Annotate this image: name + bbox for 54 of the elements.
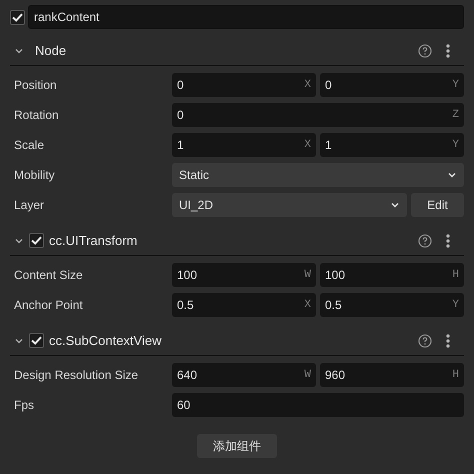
number-field[interactable]: 960 H [320,363,464,387]
number-field[interactable]: 60 [172,393,464,417]
axis-label: X [304,138,311,153]
check-icon [12,12,23,22]
axis-label: Z [452,108,459,123]
number-field[interactable]: 1 Y [320,133,464,157]
property-label: Rotation [14,107,60,124]
property-label: Position [14,77,58,94]
axis-label: Y [452,138,459,153]
caret-icon [390,200,400,210]
name-field[interactable]: rankContent [28,5,464,29]
check-icon [31,336,42,345]
number-field[interactable]: 0 Z [172,103,464,127]
number-field[interactable]: 1 X [172,133,316,157]
property-label: Anchor Point [14,297,84,314]
property-label: Fps [14,397,36,414]
property-label: Scale [14,137,46,154]
axis-label: X [304,298,311,313]
number-field[interactable]: 100 W [172,263,316,287]
number-field[interactable]: 0 Y [320,73,464,97]
section-title: cc.SubContextView [49,332,162,350]
property-label: Mobility [14,167,56,184]
check-icon [31,236,42,245]
axis-label: H [452,268,459,283]
axis-label: Y [452,78,459,93]
help-icon[interactable] [418,234,432,248]
edit-button[interactable]: Edit [411,193,464,217]
number-field[interactable]: 640 W [172,363,316,387]
property-label: Design Resolution Size [14,367,140,384]
axis-label: H [452,368,459,383]
help-icon[interactable] [418,44,432,58]
number-field[interactable]: 0.5 Y [320,293,464,317]
number-field[interactable]: 0.5 X [172,293,316,317]
add-component-button[interactable]: 添加组件 [197,434,277,458]
checkbox[interactable] [10,10,25,24]
axis-label: W [304,368,311,383]
axis-label: W [304,268,311,283]
more-icon[interactable] [446,234,450,248]
checkbox[interactable] [29,333,44,348]
checkbox[interactable] [29,233,44,248]
help-icon[interactable] [418,334,432,348]
dropdown[interactable]: UI_2D [172,193,407,217]
axis-label: Y [452,298,459,313]
dropdown[interactable]: Static [172,163,464,187]
number-field[interactable]: 0 X [172,73,316,97]
more-icon[interactable] [446,44,450,58]
axis-label: X [304,78,311,93]
property-label: Layer [14,197,46,214]
section-title: cc.UITransform [49,232,138,250]
property-label: Content Size [14,267,84,284]
section-title: Node [35,42,66,60]
more-icon[interactable] [446,334,450,348]
number-field[interactable]: 100 H [320,263,464,287]
caret-icon [447,170,457,180]
